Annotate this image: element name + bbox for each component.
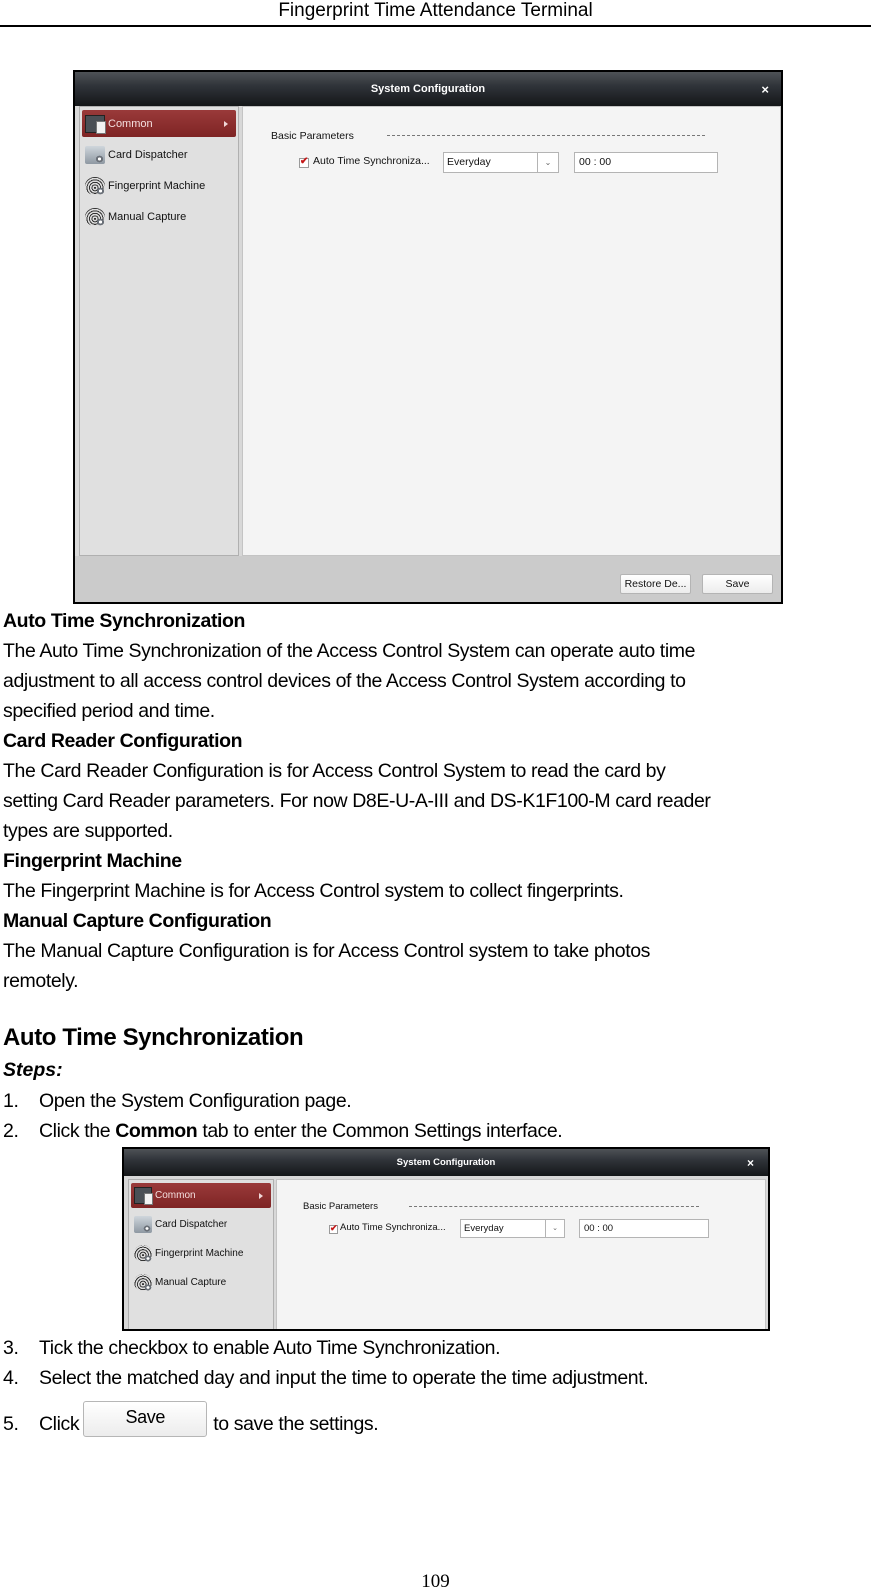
auto-sync-checkbox[interactable] [329,1223,338,1234]
time-input[interactable]: 00 : 00 [579,1219,709,1238]
restore-defaults-button[interactable]: Restore De... [620,574,691,594]
dialog-title: System Configuration [124,1149,768,1176]
sidebar-item-fingerprint-machine[interactable]: Fingerprint Machine [82,172,236,199]
sidebar-item-common[interactable]: Common [131,1183,271,1208]
sidebar-item-label: Manual Capture [155,1277,227,1288]
paragraph-line: remotely. [3,970,79,992]
step-number: 3. [3,1337,19,1359]
step-text: Select the matched day and input the tim… [39,1367,649,1389]
step-text: tab to enter the Common Settings interfa… [197,1120,563,1142]
step-item: 4. Select the matched day and input the t… [3,1363,649,1393]
step-text-bold: Common [115,1120,198,1142]
paragraph-line: types are supported. [3,820,173,842]
auto-sync-label: Auto Time Synchroniza... [313,155,430,167]
sidebar-item-common[interactable]: Common [82,110,236,137]
sidebar-item-label: Common [155,1190,196,1201]
step-text: Tick the checkbox to enable Auto Time Sy… [39,1337,501,1359]
sidebar-item-label: Common [108,117,153,130]
step-item: 5. Click Save to save the settings. [3,1401,379,1443]
section-heading: Auto Time Synchronization [3,610,246,632]
step-text: Click the [39,1120,116,1142]
sidebar-item-card-dispatcher[interactable]: Card Dispatcher [82,141,236,168]
card-dispatcher-icon [85,145,105,164]
dialog-body: Common Card Dispatcher Fingerprint Machi… [124,1176,768,1329]
section-divider [409,1206,699,1207]
monitor-icon [85,114,106,134]
capture-icon [85,207,106,227]
fingerprint-icon [85,176,106,196]
procedure-heading: Auto Time Synchronization [3,1024,304,1051]
auto-sync-checkbox[interactable] [299,156,309,168]
step-item: 1. Open the System Configuration page. [3,1086,352,1116]
sidebar-item-card-dispatcher[interactable]: Card Dispatcher [131,1212,271,1237]
capture-icon [134,1274,153,1292]
chevron-right-icon [224,120,228,127]
sidebar-item-label: Fingerprint Machine [108,179,206,192]
chevron-down-icon[interactable]: ⌄ [537,153,558,172]
chevron-down-icon[interactable]: ⌄ [545,1220,564,1237]
step-text: Open the System Configuration page. [39,1090,352,1112]
settings-panel: Basic Parameters Auto Time Synchroniza..… [276,1179,766,1329]
page-number: 109 [421,1571,450,1592]
sidebar-item-label: Manual Capture [108,210,187,223]
time-input[interactable]: 00 : 00 [574,152,718,173]
step-item: 3. Tick the checkbox to enable Auto Time … [3,1333,501,1363]
card-dispatcher-icon [134,1216,152,1233]
sidebar-item-label: Card Dispatcher [108,148,188,161]
paragraph-line: The Card Reader Configuration is for Acc… [3,760,666,782]
step-number: 5. [3,1413,19,1436]
step-number: 4. [3,1367,19,1389]
section-heading: Card Reader Configuration [3,730,243,752]
save-button[interactable]: Save [702,574,773,594]
paragraph-line: adjustment to all access control devices… [3,670,686,692]
step-item: 2. Click the Common tab to enter the Comm… [3,1116,563,1146]
section-heading: Fingerprint Machine [3,850,182,872]
frequency-value: Everyday [447,156,491,168]
step-text: to save the settings. [213,1413,379,1436]
sidebar: Common Card Dispatcher Fingerprint Machi… [128,1179,274,1329]
step-text: Click [39,1413,80,1436]
paragraph-line: The Fingerprint Machine is for Access Co… [3,880,624,902]
step-number: 1. [3,1090,19,1112]
paragraph-line: setting Card Reader parameters. For now … [3,790,711,812]
monitor-icon [134,1187,153,1205]
section-label: Basic Parameters [303,1201,378,1212]
system-configuration-dialog: System Configuration × Common Card Dispa… [73,70,783,604]
inline-save-button[interactable]: Save [83,1401,208,1437]
paragraph-line: specified period and time. [3,700,215,722]
dialog-body: Common Card Dispatcher Fingerprint Machi… [75,106,781,556]
step-number: 2. [3,1120,19,1142]
auto-sync-label: Auto Time Synchroniza... [340,1222,446,1233]
section-divider [387,135,705,136]
chevron-right-icon [259,1192,263,1199]
frequency-select[interactable]: Everyday ⌄ [443,152,559,173]
section-heading: Manual Capture Configuration [3,910,272,932]
sidebar-item-label: Fingerprint Machine [155,1248,244,1259]
sidebar-item-label: Card Dispatcher [155,1219,228,1230]
dialog-title: System Configuration [75,72,781,106]
system-configuration-dialog-crop: System Configuration × Common Card Dispa… [122,1147,770,1331]
settings-panel: Basic Parameters Auto Time Synchroniza..… [242,106,781,556]
close-icon[interactable]: × [747,1156,754,1170]
header-rule [0,25,871,27]
sidebar-item-fingerprint-machine[interactable]: Fingerprint Machine [131,1241,271,1266]
frequency-select[interactable]: Everyday ⌄ [460,1219,565,1238]
frequency-value: Everyday [464,1223,504,1234]
document-header: Fingerprint Time Attendance Terminal [278,0,593,21]
sidebar: Common Card Dispatcher Fingerprint Machi… [79,106,239,556]
fingerprint-icon [134,1245,153,1263]
sidebar-item-manual-capture[interactable]: Manual Capture [131,1270,271,1295]
sidebar-item-manual-capture[interactable]: Manual Capture [82,203,236,230]
section-label: Basic Parameters [271,130,354,142]
steps-label: Steps: [3,1059,63,1081]
paragraph-line: The Auto Time Synchronization of the Acc… [3,640,696,662]
paragraph-line: The Manual Capture Configuration is for … [3,940,651,962]
close-icon[interactable]: × [761,82,769,97]
